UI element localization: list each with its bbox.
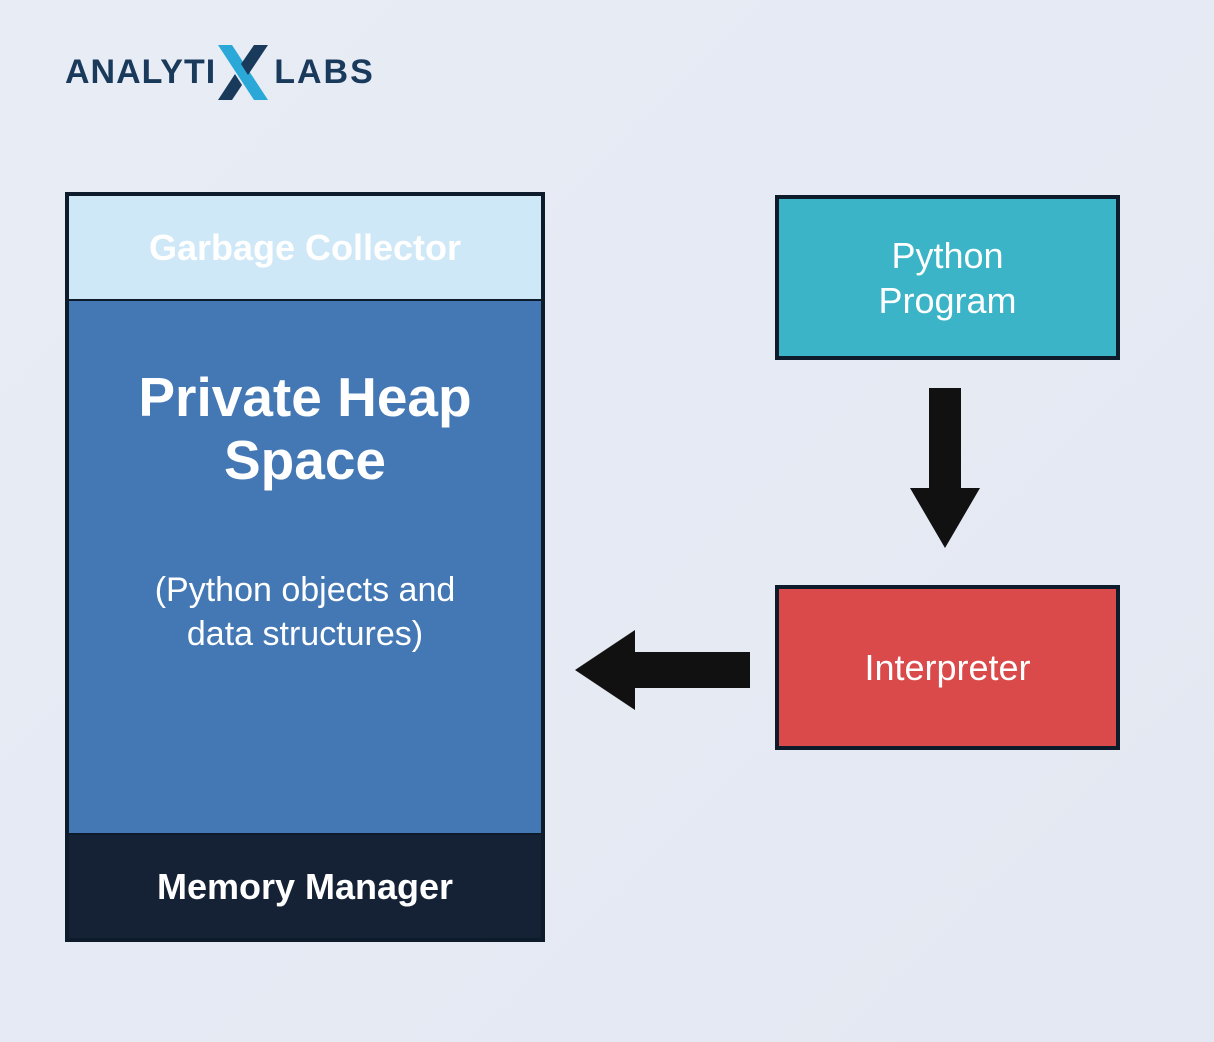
python-line1: Python [878,233,1016,278]
private-heap-section: Private Heap Space (Python objects and d… [69,301,541,833]
arrow-left-icon [575,630,750,710]
heap-subtitle-line1: (Python objects and [155,568,456,612]
memory-manager-label: Memory Manager [157,866,453,908]
python-line2: Program [878,278,1016,323]
interpreter-box: Interpreter [775,585,1120,750]
heap-subtitle-line2: data structures) [155,612,456,656]
heap-title-line2: Space [138,429,471,492]
logo-x-icon [218,45,268,100]
heap-container: Garbage Collector Private Heap Space (Py… [65,192,545,942]
garbage-collector-label: Garbage Collector [149,227,461,269]
heap-subtitle: (Python objects and data structures) [155,568,456,656]
memory-manager-section: Memory Manager [69,833,541,938]
python-program-box: Python Program [775,195,1120,360]
logo: ANALYTI LABS [65,45,375,100]
arrow-down-icon [910,388,980,548]
logo-text-labs: LABS [274,53,375,92]
heap-title: Private Heap Space [138,366,471,493]
interpreter-label: Interpreter [864,647,1030,689]
garbage-collector-section: Garbage Collector [69,196,541,301]
logo-text-analyti: ANALYTI [65,53,216,92]
heap-title-line1: Private Heap [138,366,471,429]
